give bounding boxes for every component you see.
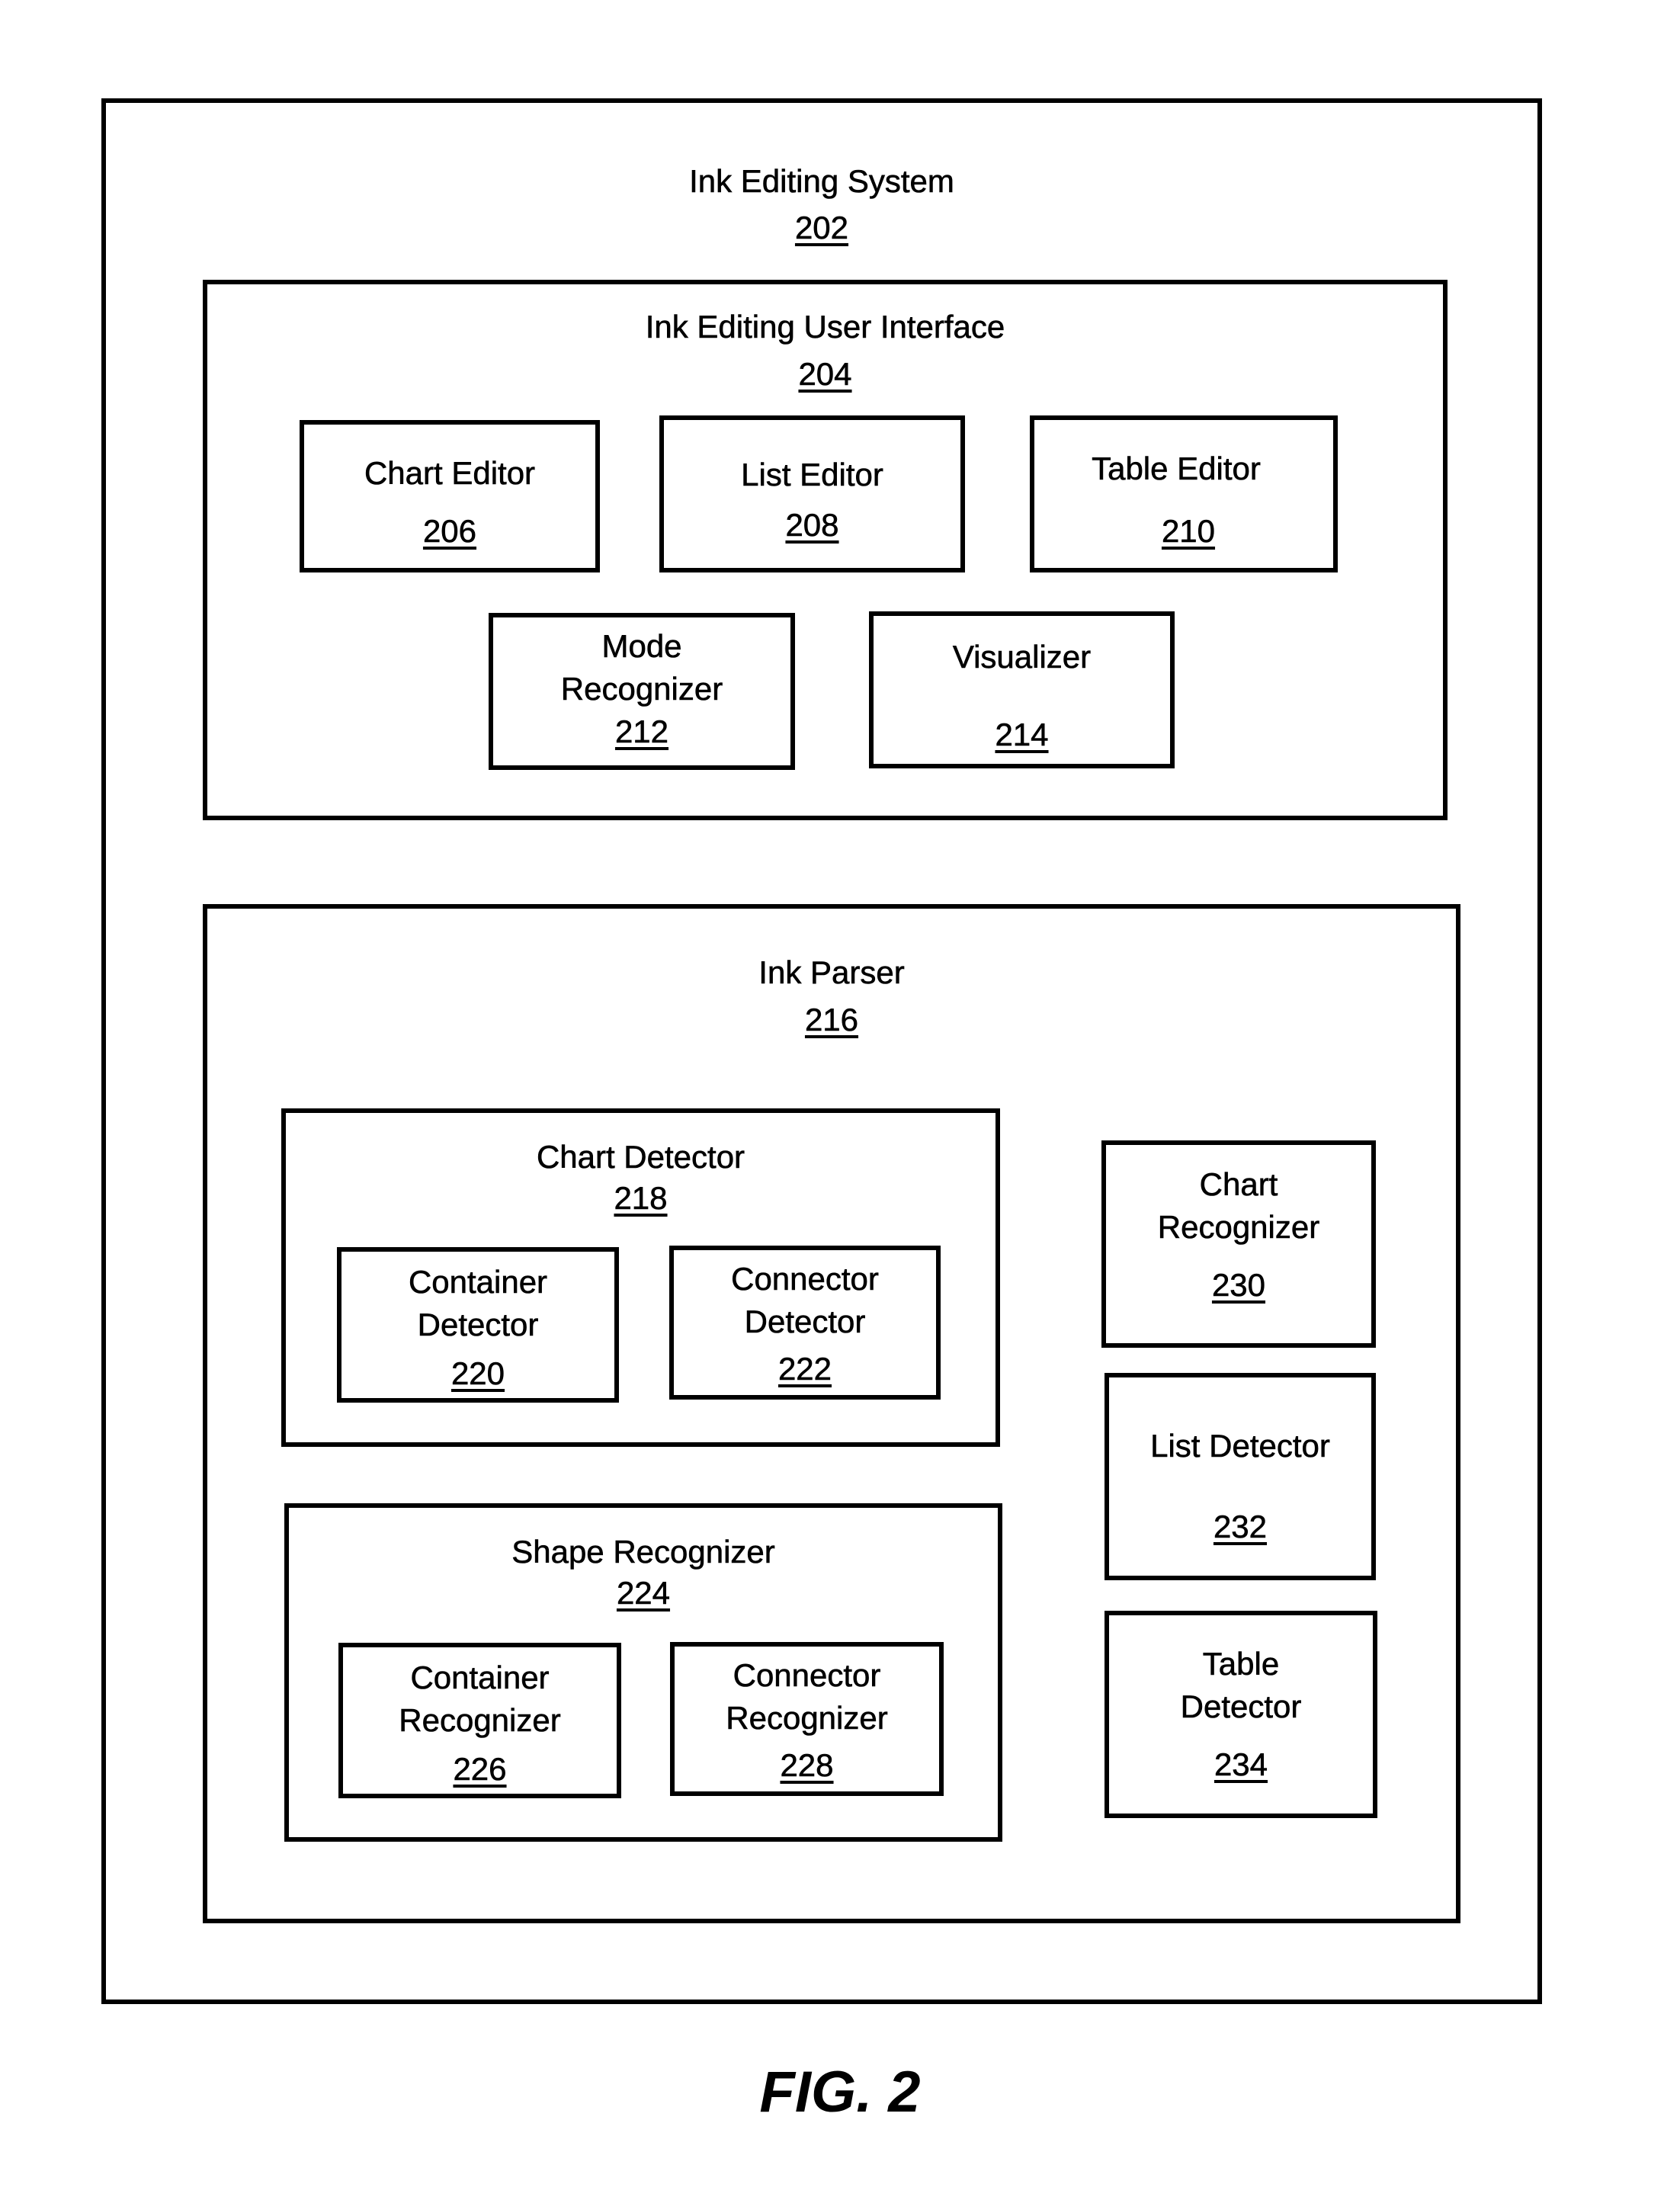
connector-recognizer-label-line2: Recognizer [726,1700,888,1737]
table-editor-label: Table Editor [1092,451,1261,487]
container-recognizer-box: Container Recognizer 226 [338,1643,621,1798]
container-detector-ref: 220 [450,1355,505,1392]
ink-parser-title: Ink Parser [758,954,905,991]
table-detector-box: Table Detector 234 [1105,1611,1377,1818]
mode-recognizer-label-line2: Recognizer [560,671,723,707]
chart-editor-box: Chart Editor 206 [300,420,600,572]
list-editor-label: List Editor [741,457,883,493]
list-editor-box: List Editor 208 [659,415,965,572]
chart-editor-label: Chart Editor [364,455,536,492]
table-detector-ref: 234 [1214,1746,1268,1783]
ink-editing-ui-ref: 204 [798,356,852,393]
container-recognizer-ref: 226 [453,1751,507,1788]
mode-recognizer-box: Mode Recognizer 212 [489,613,795,770]
chart-detector-title: Chart Detector [536,1139,745,1175]
ink-editing-system-ref: 202 [794,210,849,246]
connector-detector-label-line2: Detector [744,1304,866,1340]
visualizer-ref: 214 [995,717,1049,753]
shape-recognizer-title: Shape Recognizer [511,1534,775,1570]
patent-figure: Ink Editing System 202 Ink Editing User … [0,0,1680,2200]
visualizer-box: Visualizer 214 [869,611,1175,768]
connector-recognizer-label-line1: Connector [733,1657,881,1694]
ink-parser-ref: 216 [804,1002,859,1038]
mode-recognizer-ref: 212 [614,714,669,750]
connector-detector-box: Connector Detector 222 [669,1246,941,1400]
chart-editor-ref: 206 [422,513,477,550]
table-detector-label-line2: Detector [1180,1688,1302,1725]
table-detector-label-line1: Table [1202,1646,1280,1682]
list-detector-ref: 232 [1213,1509,1268,1545]
list-editor-ref: 208 [785,507,839,544]
chart-recognizer-box: Chart Recognizer 230 [1101,1140,1376,1348]
connector-recognizer-box: Connector Recognizer 228 [670,1642,944,1796]
list-detector-label: List Detector [1150,1428,1330,1464]
chart-recognizer-ref: 230 [1211,1267,1266,1304]
connector-recognizer-ref: 228 [780,1747,834,1784]
table-editor-box: Table Editor 210 [1030,415,1338,572]
chart-detector-ref: 218 [614,1180,668,1217]
figure-label: FIG. 2 [759,2060,921,2125]
container-detector-box: Container Detector 220 [337,1247,619,1403]
chart-recognizer-label-line1: Chart [1199,1166,1278,1203]
container-detector-label-line2: Detector [417,1307,539,1343]
container-detector-label-line1: Container [408,1264,548,1300]
ink-editing-system-title: Ink Editing System [689,163,954,200]
ink-editing-ui-title: Ink Editing User Interface [645,309,1005,345]
shape-recognizer-ref: 224 [616,1575,671,1612]
chart-recognizer-label-line2: Recognizer [1157,1209,1320,1246]
connector-detector-ref: 222 [777,1351,832,1387]
table-editor-ref: 210 [1161,513,1216,550]
visualizer-label: Visualizer [952,639,1092,675]
list-detector-box: List Detector 232 [1105,1373,1376,1580]
connector-detector-label-line1: Connector [731,1261,879,1297]
container-recognizer-label-line1: Container [410,1660,550,1696]
container-recognizer-label-line2: Recognizer [399,1702,561,1739]
mode-recognizer-label-line1: Mode [601,628,682,665]
